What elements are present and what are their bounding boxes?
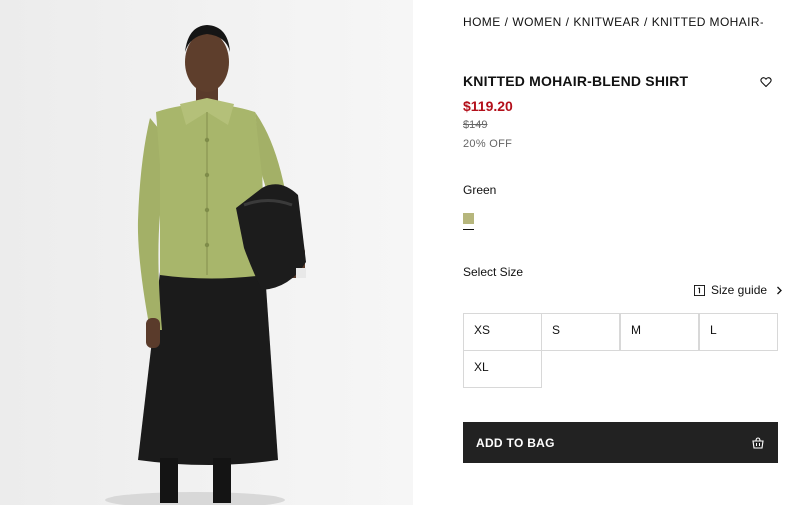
handbag-tag xyxy=(296,268,306,278)
breadcrumb: HOME/WOMEN/KNITWEAR/KNITTED MOHAIR-BLEND… xyxy=(463,15,763,29)
product-panel: HOME/WOMEN/KNITWEAR/KNITTED MOHAIR-BLEND… xyxy=(413,0,800,505)
heart-icon[interactable] xyxy=(760,76,772,88)
right-leg xyxy=(213,458,231,503)
size-option-xl[interactable]: XL xyxy=(463,350,542,388)
button-3 xyxy=(204,207,210,213)
swatch-selected-indicator xyxy=(463,229,474,230)
breadcrumb-separator: / xyxy=(504,15,509,29)
original-price: $149 xyxy=(463,119,488,131)
button-2 xyxy=(204,172,210,178)
size-option-m[interactable]: M xyxy=(620,313,699,351)
size-option-xs[interactable]: XS xyxy=(463,313,542,351)
left-leg xyxy=(160,458,178,503)
size-guide-label: Size guide xyxy=(711,283,768,297)
shopping-bag-icon xyxy=(752,436,764,449)
breadcrumb-knitwear[interactable]: KNITWEAR xyxy=(573,15,640,29)
model-illustration xyxy=(105,25,306,505)
breadcrumb-separator: / xyxy=(643,15,648,29)
add-to-bag-button[interactable]: ADD TO BAG xyxy=(463,422,778,463)
add-to-bag-label: ADD TO BAG xyxy=(476,435,555,450)
size-option-s[interactable]: S xyxy=(541,313,620,351)
product-title: KNITTED MOHAIR-BLEND SHIRT xyxy=(463,73,689,89)
color-swatch-green[interactable] xyxy=(463,213,474,224)
ruler-icon xyxy=(694,284,705,296)
size-guide-link[interactable]: Size guide xyxy=(694,283,783,297)
breadcrumb-separator: / xyxy=(565,15,570,29)
size-option-l[interactable]: L xyxy=(699,313,778,351)
product-image[interactable] xyxy=(0,0,413,505)
select-size-label: Select Size xyxy=(463,265,524,279)
breadcrumb-current: KNITTED MOHAIR-BLEND SHIRT xyxy=(651,15,763,29)
head xyxy=(185,32,229,92)
button-1 xyxy=(204,137,210,143)
sale-price: $119.20 xyxy=(463,98,513,114)
left-hand xyxy=(146,318,160,348)
breadcrumb-home[interactable]: HOME xyxy=(463,15,501,29)
breadcrumb-women[interactable]: WOMEN xyxy=(512,15,561,29)
color-name: Green xyxy=(463,183,497,197)
button-4 xyxy=(204,242,210,248)
floor-shadow xyxy=(105,492,285,505)
discount-badge: 20% OFF xyxy=(463,138,513,150)
chevron-right-icon xyxy=(777,286,782,294)
